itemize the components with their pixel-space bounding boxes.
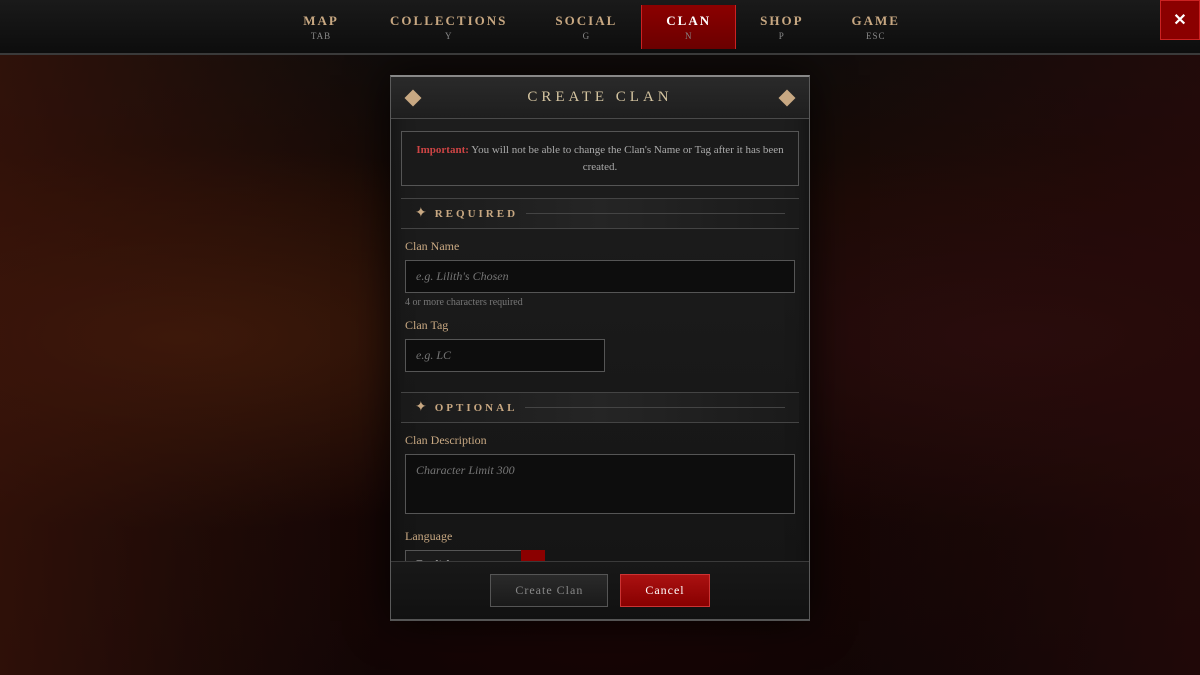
language-label: Language <box>405 529 795 544</box>
section-star-icon: ✦ <box>415 205 427 222</box>
warning-box: Important: You will not be able to chang… <box>401 131 799 186</box>
cancel-button[interactable]: Cancel <box>620 574 709 607</box>
clan-name-input[interactable] <box>405 260 795 293</box>
optional-star-icon: ✦ <box>415 399 427 416</box>
modal-content[interactable]: Important: You will not be able to chang… <box>391 119 809 619</box>
header-diamond-right <box>779 89 796 106</box>
modal-overlay: CREATE CLAN Important: You will not be a… <box>0 55 1200 675</box>
close-button[interactable]: ✕ <box>1160 0 1200 40</box>
top-navigation: MAP TAB COLLECTIONS Y SOCIAL G CLAN N SH… <box>0 0 1200 55</box>
section-divider <box>526 213 785 214</box>
clan-description-input[interactable] <box>405 454 795 514</box>
warning-text: You will not be able to change the Clan'… <box>469 144 784 173</box>
nav-game[interactable]: GAME ESC <box>828 5 924 49</box>
modal-header: CREATE CLAN <box>391 77 809 119</box>
clan-desc-label: Clan Description <box>405 433 795 448</box>
optional-divider <box>525 407 785 408</box>
nav-shop[interactable]: SHOP P <box>736 5 827 49</box>
nav-social[interactable]: SOCIAL G <box>531 5 641 49</box>
clan-tag-label: Clan Tag <box>405 318 795 333</box>
nav-clan[interactable]: CLAN N <box>641 5 736 49</box>
required-form: Clan Name 4 or more characters required … <box>391 229 809 382</box>
create-clan-button[interactable]: Create Clan <box>490 574 608 607</box>
optional-label: OPTIONAL <box>435 402 518 414</box>
clan-tag-input[interactable] <box>405 339 605 372</box>
modal-title: CREATE CLAN <box>527 89 672 106</box>
required-section-header: ✦ REQUIRED <box>401 198 799 229</box>
nav-map[interactable]: MAP TAB <box>276 5 366 49</box>
header-diamond-left <box>405 89 422 106</box>
warning-important: Important: <box>416 144 469 156</box>
clan-name-label: Clan Name <box>405 239 795 254</box>
clan-name-hint: 4 or more characters required <box>405 297 795 308</box>
create-clan-modal: CREATE CLAN Important: You will not be a… <box>390 75 810 621</box>
nav-collections[interactable]: COLLECTIONS Y <box>366 5 531 49</box>
optional-section-header: ✦ OPTIONAL <box>401 392 799 423</box>
required-label: REQUIRED <box>435 208 518 220</box>
modal-footer: Create Clan Cancel <box>391 561 809 619</box>
